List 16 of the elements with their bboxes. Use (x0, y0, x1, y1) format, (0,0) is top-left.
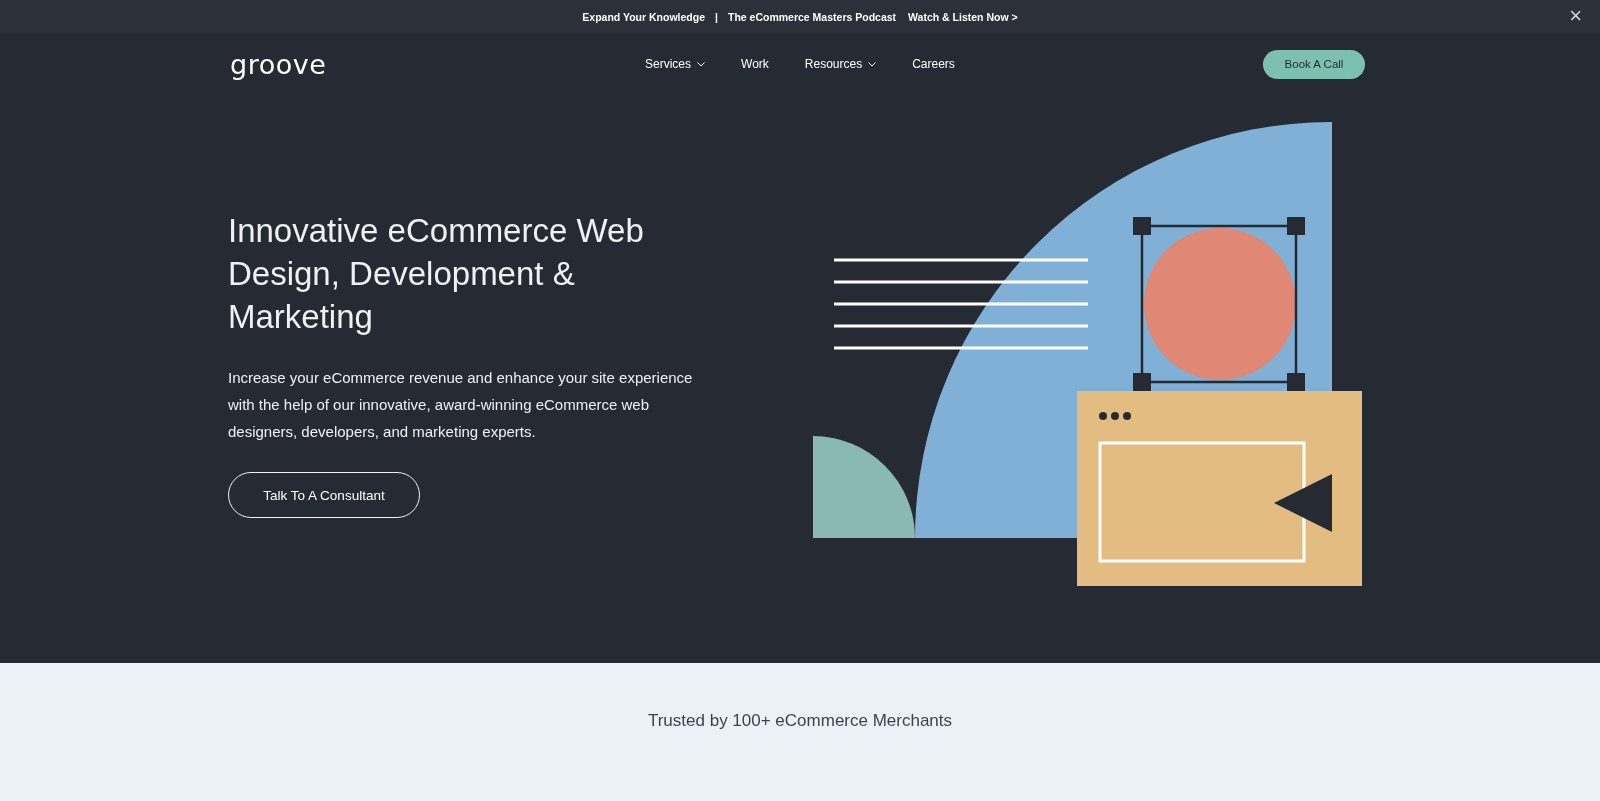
hero-heading: Innovative eCommerce Web Design, Development & Marketing (228, 211, 645, 337)
trusted-text: Trusted by 100+ eCommerce Merchants (647, 711, 953, 732)
hero-description: Increase your eCommerce revenue and enhance your site experience with the help of our innovative, award-winning eCommerce web designers, developers, and marketing experts. (228, 368, 694, 442)
close-button[interactable]: × (1569, 5, 1582, 27)
separator: | (715, 11, 718, 23)
book-call-button[interactable]: Book A Call (1263, 49, 1365, 79)
nav-link[interactable]: Work (741, 57, 769, 71)
chevron-down-icon (868, 61, 877, 67)
nav-link[interactable]: Services (645, 57, 705, 71)
chevron-down-icon (697, 61, 705, 67)
nav-link[interactable]: Resources (804, 57, 877, 71)
announcement-link[interactable]: Watch & Listen Now > (908, 11, 1018, 23)
announcement-text: Expand Your Knowledge (582, 11, 706, 23)
announcement-text: The eCommerce Masters Podcast (728, 11, 897, 23)
logo[interactable]: groove (230, 48, 327, 80)
nav-link[interactable]: Careers (912, 57, 955, 71)
